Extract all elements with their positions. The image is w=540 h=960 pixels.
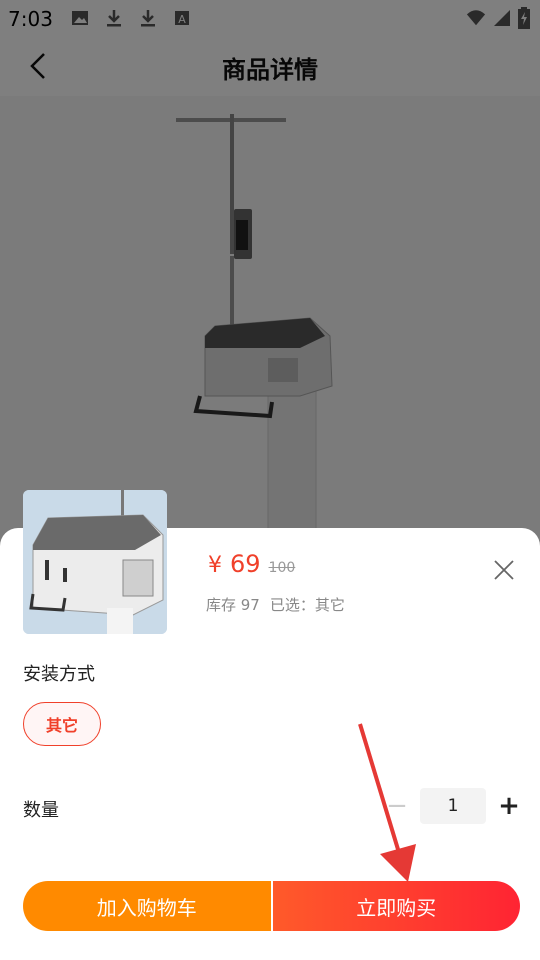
price-row: ¥ 69 100 <box>208 550 295 578</box>
annotation-arrow-icon <box>358 723 416 882</box>
current-price: 69 <box>230 550 261 578</box>
action-bar: 加入购物车 立即购买 <box>23 881 520 931</box>
quantity-label: 数量 <box>23 800 59 821</box>
install-method-label: 安装方式 <box>23 664 95 685</box>
selected-label: 已选：其它 <box>269 596 345 614</box>
stock-info: 库存 97 已选：其它 <box>206 594 345 615</box>
add-to-cart-button[interactable]: 加入购物车 <box>23 881 273 931</box>
install-option-other[interactable]: 其它 <box>23 702 101 746</box>
increase-quantity-button[interactable]: + <box>496 793 522 819</box>
product-thumbnail <box>23 490 167 634</box>
stock-label: 库存 97 <box>206 596 260 614</box>
close-icon[interactable] <box>492 558 516 582</box>
currency-symbol: ¥ <box>208 553 222 578</box>
buy-now-button[interactable]: 立即购买 <box>272 881 520 931</box>
sku-bottom-sheet: ¥ 69 100 库存 97 已选：其它 安装方式 其它 数量 − 1 + 加入… <box>0 490 540 960</box>
original-price: 100 <box>268 560 296 576</box>
product-thumbnail-image <box>23 490 167 634</box>
